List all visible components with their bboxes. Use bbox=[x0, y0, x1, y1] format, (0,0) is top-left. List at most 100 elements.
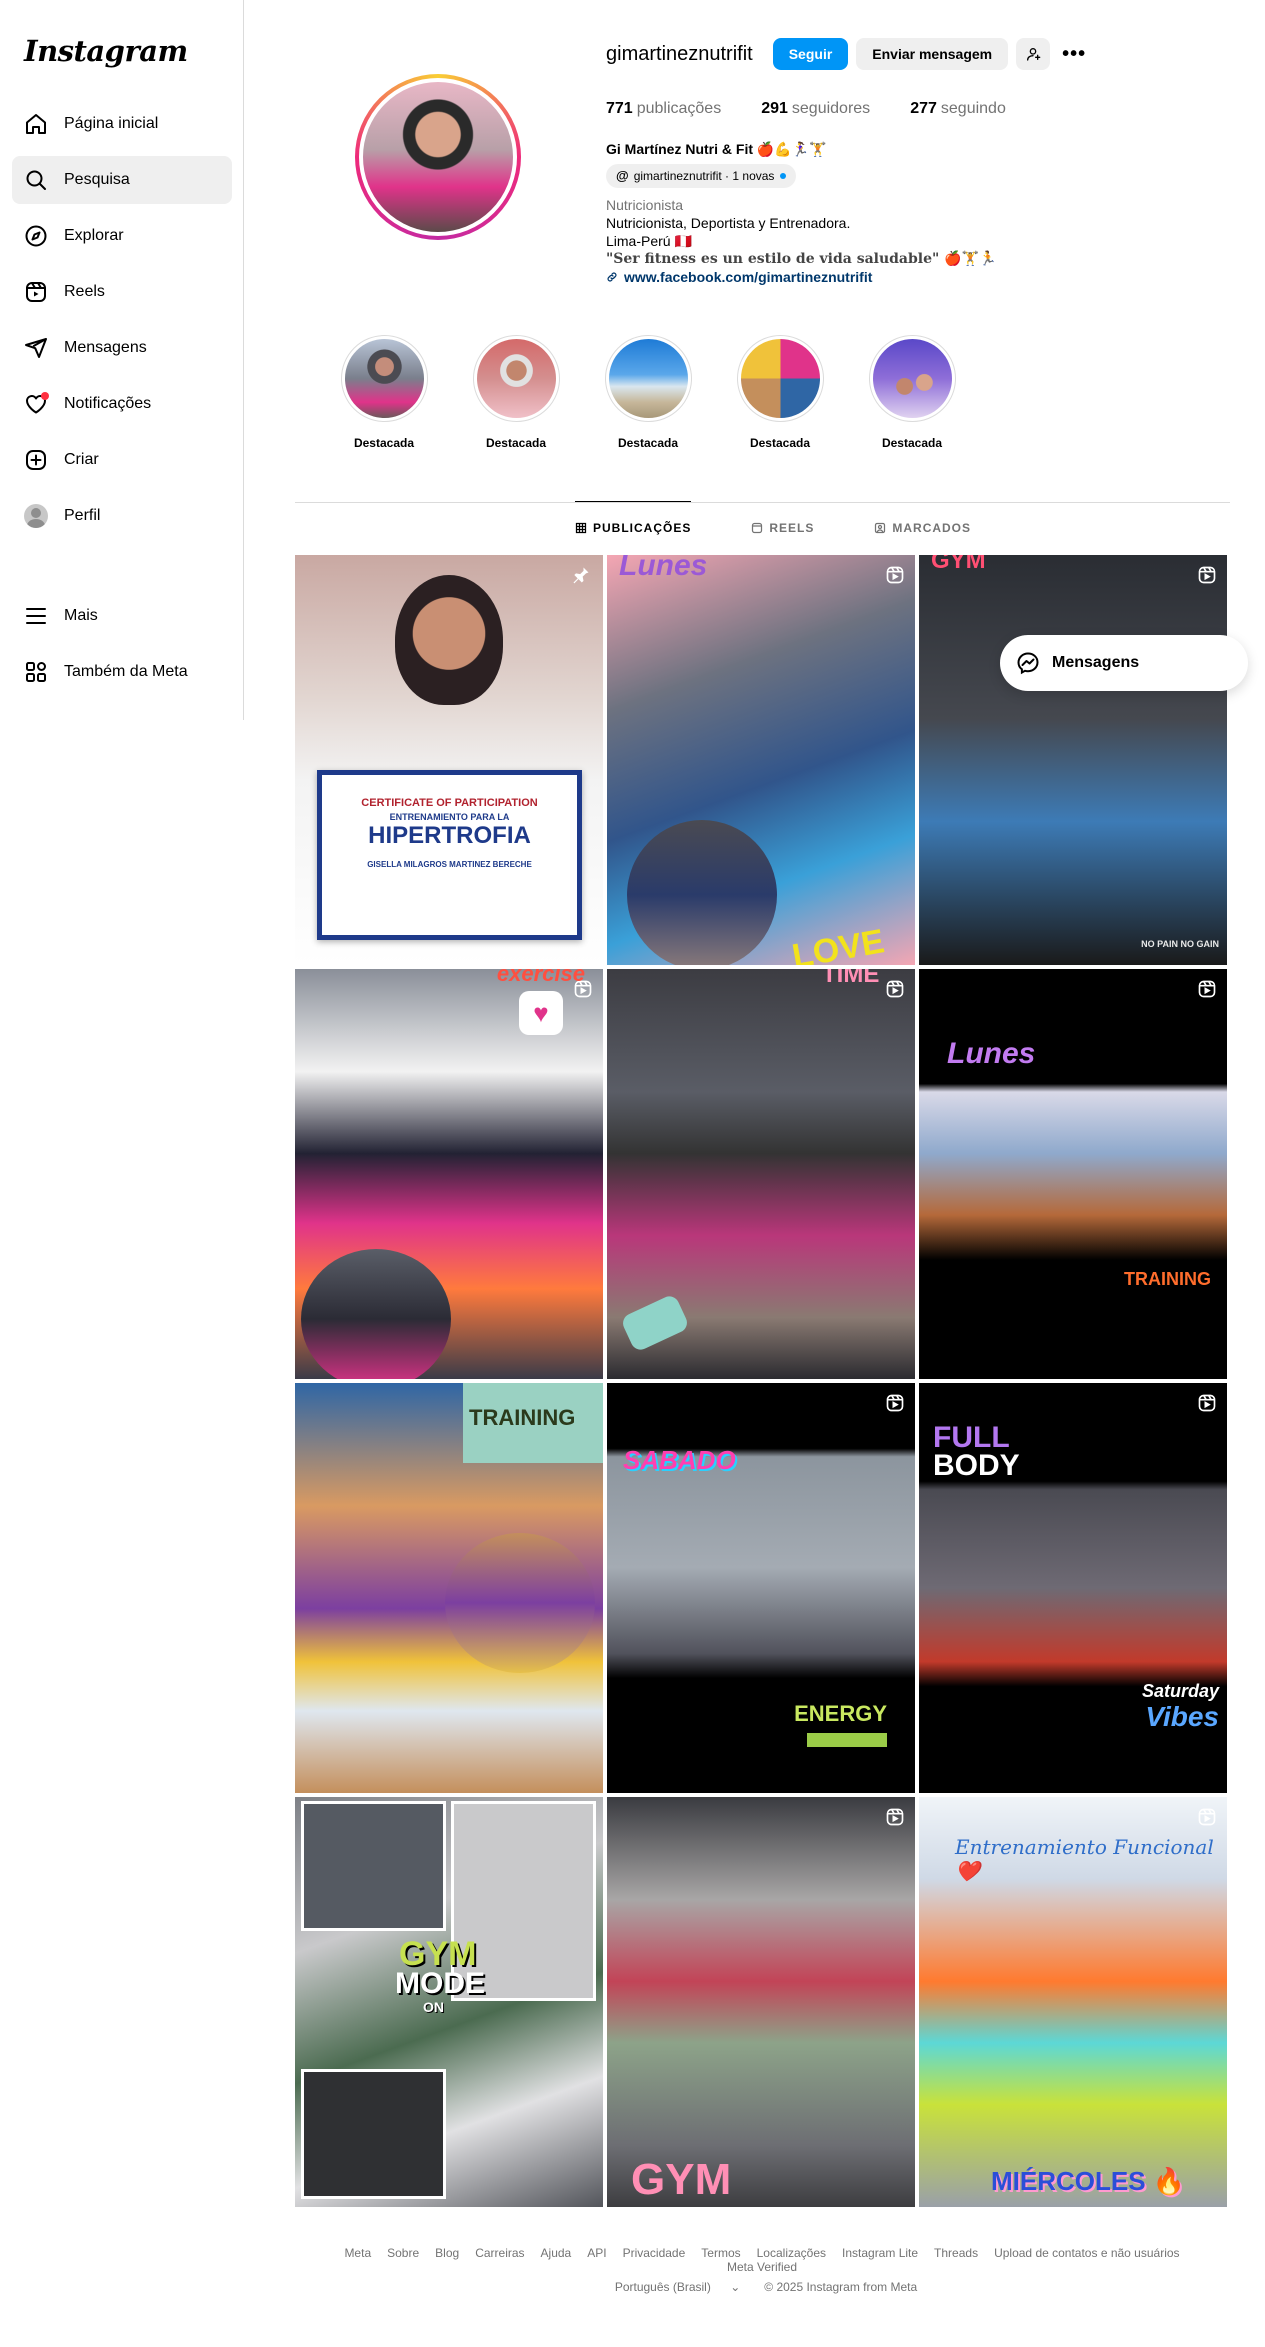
messenger-icon bbox=[1017, 652, 1039, 675]
sidebar-item-label: Explorar bbox=[64, 227, 124, 244]
sidebar-item-also-from-meta[interactable]: Também da Meta bbox=[12, 648, 232, 696]
highlight-item[interactable]: Destacada bbox=[472, 335, 560, 450]
person-face bbox=[395, 575, 503, 705]
highlight-item[interactable]: Destacada bbox=[868, 335, 956, 450]
add-user-icon bbox=[1027, 48, 1041, 61]
search-icon bbox=[24, 168, 48, 192]
sidebar-item-profile[interactable]: Perfil bbox=[12, 492, 232, 540]
highlight-label: Destacada bbox=[617, 436, 679, 450]
post-tile[interactable]: Lunes LOVE bbox=[607, 555, 915, 965]
instagram-logo[interactable]: Instagram bbox=[24, 34, 188, 68]
heart-sticker: ♥ bbox=[519, 991, 563, 1035]
inset-circle bbox=[301, 1249, 451, 1379]
profile-picture-image bbox=[359, 78, 517, 236]
sidebar-item-label: Notificações bbox=[64, 395, 152, 412]
avatar bbox=[24, 504, 48, 528]
footer-link[interactable]: Ajuda bbox=[541, 2246, 572, 2260]
footer-link[interactable]: API bbox=[587, 2246, 606, 2260]
reel-icon bbox=[886, 980, 904, 998]
more-options-button[interactable]: ••• bbox=[1058, 38, 1090, 70]
tab-posts[interactable]: PUBLICAÇÕES bbox=[575, 501, 692, 554]
send-icon bbox=[24, 336, 48, 360]
highlight-label: Destacada bbox=[353, 436, 415, 450]
floating-messages-button[interactable]: Mensagens bbox=[1000, 635, 1248, 691]
sidebar-item-label: Também da Meta bbox=[64, 663, 188, 680]
footer-link[interactable]: Instagram Lite bbox=[842, 2246, 918, 2260]
pin-icon bbox=[573, 567, 589, 584]
bio-quote: "Ser fitness es un estilo de vida saluda… bbox=[606, 251, 997, 267]
reel-icon bbox=[886, 566, 904, 584]
profile-picture[interactable] bbox=[355, 74, 521, 240]
footer-links: Meta Sobre Blog Carreiras Ajuda API Priv… bbox=[295, 2246, 1229, 2274]
stat-followers[interactable]: 291 seguidores bbox=[761, 100, 870, 118]
collage-photo bbox=[301, 2069, 446, 2199]
post-tile[interactable]: Lunes TRAINING bbox=[919, 969, 1227, 1379]
footer-link[interactable]: Upload de contatos e não usuários bbox=[994, 2246, 1179, 2260]
sidebar-item-notifications[interactable]: Notificações bbox=[12, 380, 232, 428]
footer-link[interactable]: Meta bbox=[344, 2246, 371, 2260]
footer-link[interactable]: Blog bbox=[435, 2246, 459, 2260]
footer-link[interactable]: Carreiras bbox=[475, 2246, 524, 2260]
send-message-button[interactable]: Enviar mensagem bbox=[856, 38, 1009, 70]
tab-tagged[interactable]: MARCADOS bbox=[874, 502, 971, 554]
footer-link[interactable]: Meta Verified bbox=[727, 2260, 797, 2274]
tagged-icon bbox=[875, 522, 886, 534]
profile-username: gimartineznutrifit bbox=[606, 42, 753, 65]
post-tile[interactable]: GYM MODE ON bbox=[295, 1797, 603, 2207]
chevron-down-icon: ⌄ bbox=[730, 2280, 741, 2294]
highlight-label: Destacada bbox=[881, 436, 943, 450]
inset-circle bbox=[445, 1533, 595, 1673]
sidebar-item-create[interactable]: Criar bbox=[12, 436, 232, 484]
post-tile[interactable]: GYM NO PAIN NO GAIN bbox=[919, 555, 1227, 965]
post-tile[interactable]: SABADO ENERGY bbox=[607, 1383, 915, 1793]
post-tile[interactable]: CERTIFICATE OF PARTICIPATION ENTRENAMIEN… bbox=[295, 555, 603, 965]
post-tile[interactable]: TRAINING bbox=[295, 1383, 603, 1793]
footer-link[interactable]: Sobre bbox=[387, 2246, 419, 2260]
sidebar-item-home[interactable]: Página inicial bbox=[12, 100, 232, 148]
sidebar: Instagram Página inicial Pesquisa Explor… bbox=[0, 0, 244, 720]
threads-icon: @ bbox=[616, 168, 629, 183]
threads-badge[interactable]: @ gimartineznutrifit · 1 novas bbox=[606, 164, 797, 188]
home-icon bbox=[24, 112, 48, 136]
stat-following[interactable]: 277 seguindo bbox=[910, 100, 1006, 118]
post-tile[interactable]: FULL BODY Saturday Vibes bbox=[919, 1383, 1227, 1793]
profile-full-name: Gi Martínez Nutri & Fit 🍎💪🏃‍♀️🏋 bbox=[606, 141, 827, 157]
post-tile[interactable]: GYM bbox=[607, 1797, 915, 2207]
suggest-users-button[interactable] bbox=[1016, 38, 1051, 70]
highlight-item[interactable]: Destacada bbox=[340, 335, 428, 450]
footer-link[interactable]: Privacidade bbox=[623, 2246, 686, 2260]
language-select[interactable]: Português (Brasil) ⌄ bbox=[607, 2280, 748, 2294]
sidebar-item-explore[interactable]: Explorar bbox=[12, 212, 232, 260]
post-tile[interactable]: Entrenamiento Funcional ❤️ MIÉRCOLES 🔥 bbox=[919, 1797, 1227, 2207]
footer-link[interactable]: Threads bbox=[934, 2246, 978, 2260]
sidebar-item-label: Página inicial bbox=[64, 115, 159, 132]
highlight-label: Destacada bbox=[749, 436, 811, 450]
compass-icon bbox=[24, 224, 48, 248]
menu-icon bbox=[24, 604, 48, 628]
meta-apps-icon bbox=[24, 660, 48, 684]
post-tile[interactable]: exercise ♥ bbox=[295, 969, 603, 1379]
bio-line: Lima-Perú 🇵🇪 bbox=[606, 233, 692, 249]
sidebar-item-messages[interactable]: Mensagens bbox=[12, 324, 232, 372]
footer-link[interactable]: Localizações bbox=[757, 2246, 826, 2260]
highlight-item[interactable]: Destacada bbox=[736, 335, 824, 450]
tab-reels[interactable]: REELS bbox=[751, 502, 814, 554]
post-tile[interactable]: TIME bbox=[607, 969, 915, 1379]
dumbbell bbox=[619, 1293, 691, 1353]
highlight-label: Destacada bbox=[485, 436, 547, 450]
sidebar-item-more[interactable]: Mais bbox=[12, 592, 232, 640]
stat-posts: 771 publicações bbox=[606, 100, 722, 117]
sidebar-item-label: Mensagens bbox=[64, 339, 147, 356]
highlight-cover bbox=[476, 339, 556, 418]
footer-link[interactable]: Termos bbox=[701, 2246, 740, 2260]
reel-icon bbox=[1198, 1394, 1216, 1412]
profile-tabs: PUBLICAÇÕES REELS MARCADOS bbox=[575, 501, 1031, 554]
collage-photo bbox=[301, 1801, 446, 1931]
bio-external-link[interactable]: www.facebook.com/gimartineznutrifit bbox=[606, 268, 1126, 286]
sidebar-item-label: Perfil bbox=[64, 507, 101, 524]
follow-button[interactable]: Seguir bbox=[772, 38, 849, 70]
sidebar-item-search[interactable]: Pesquisa bbox=[12, 156, 232, 204]
heart-icon bbox=[24, 392, 49, 416]
sidebar-item-reels[interactable]: Reels bbox=[12, 268, 232, 316]
highlight-item[interactable]: Destacada bbox=[604, 335, 692, 450]
